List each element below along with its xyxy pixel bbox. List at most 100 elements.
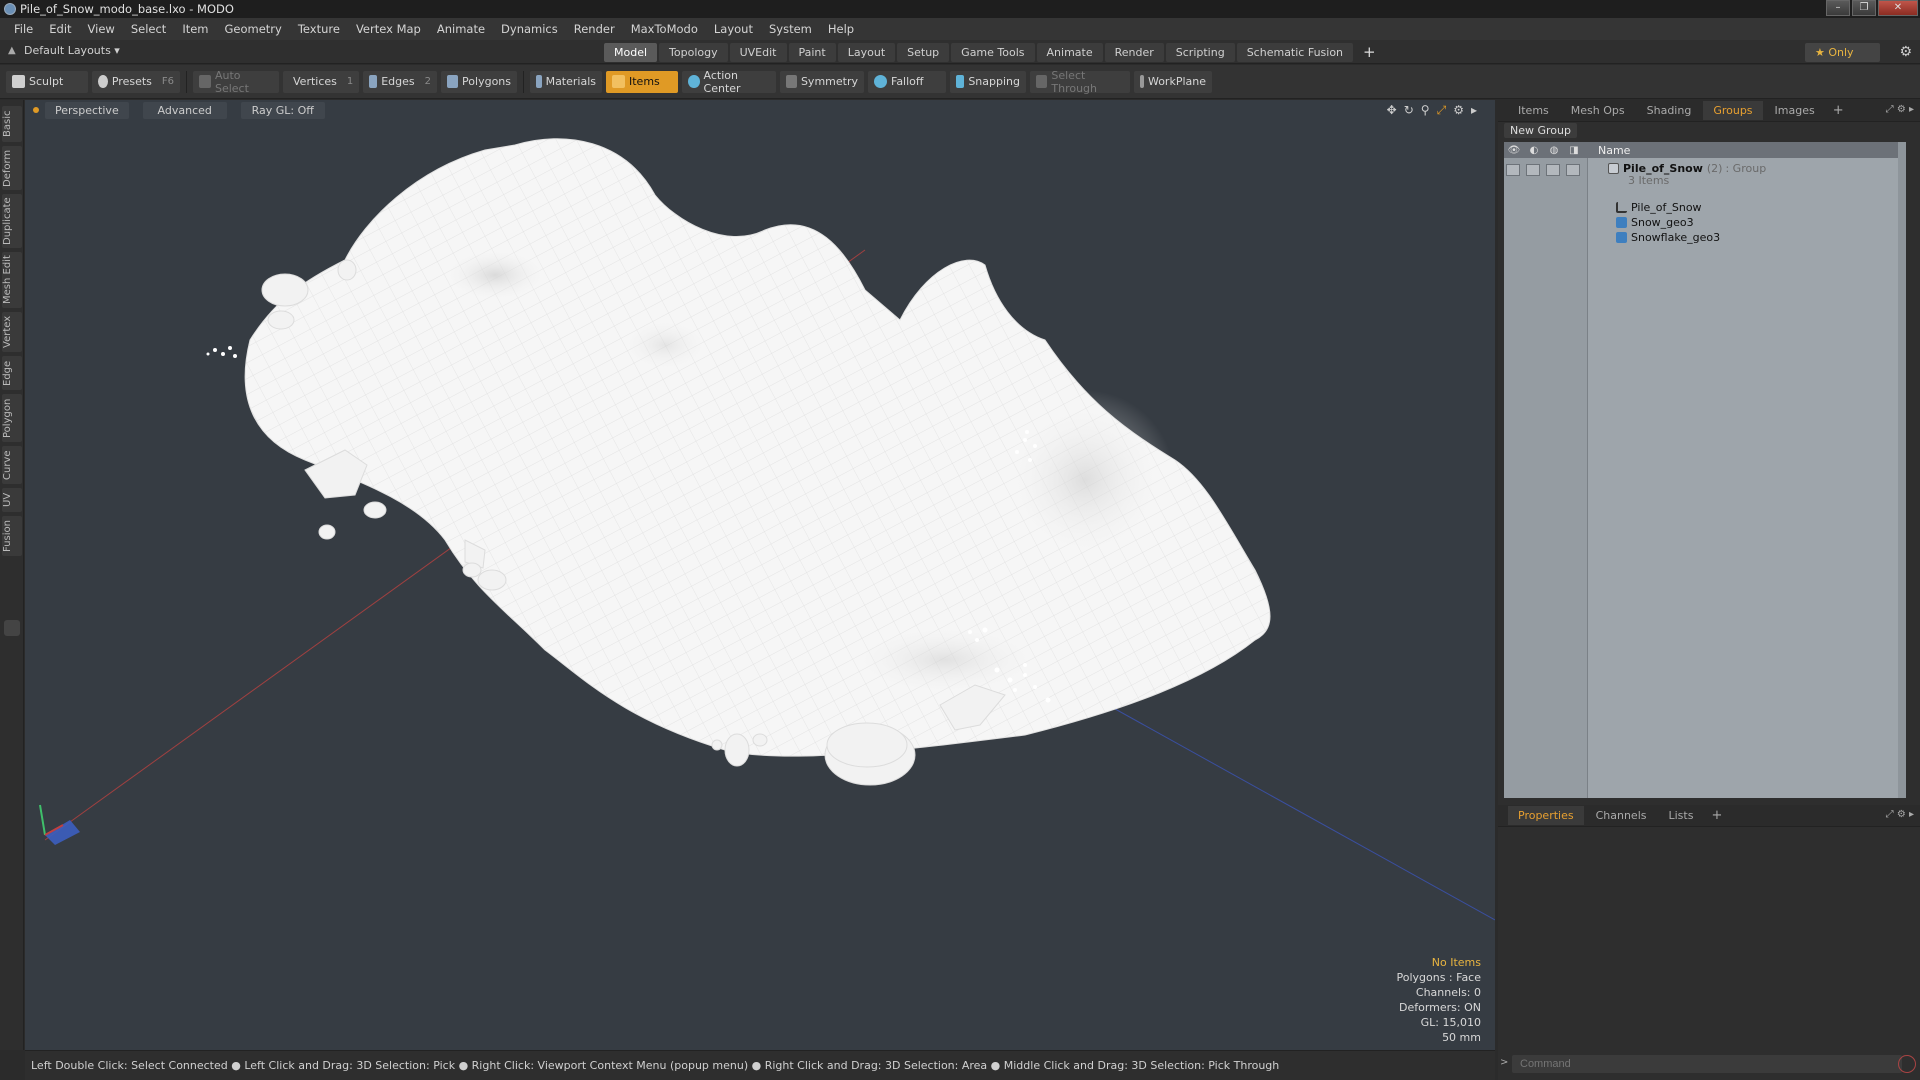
tab-fusion[interactable]: Fusion <box>2 516 22 556</box>
tab-items[interactable]: Items <box>1508 101 1559 120</box>
tab-topology[interactable]: Topology <box>659 43 728 62</box>
tab-basic[interactable]: Basic <box>2 106 22 142</box>
menu-layout[interactable]: Layout <box>706 22 761 36</box>
tab-channels[interactable]: Channels <box>1586 806 1657 825</box>
command-input[interactable] <box>1512 1055 1902 1073</box>
3d-viewport[interactable]: Perspective Advanced Ray GL: Off ✥ ↻ ⚲ ⤢… <box>25 100 1495 1050</box>
symmetry-button[interactable]: Symmetry <box>780 70 864 93</box>
tab-mesh-edit[interactable]: Mesh Edit <box>2 252 22 308</box>
select-column-icon[interactable]: ◨ <box>1564 145 1584 156</box>
tab-shading[interactable]: Shading <box>1637 101 1702 120</box>
tab-mesh-ops[interactable]: Mesh Ops <box>1561 101 1635 120</box>
eye-toggle[interactable] <box>1506 164 1520 176</box>
tab-setup[interactable]: Setup <box>897 43 950 62</box>
add-tab-icon[interactable]: + <box>1355 43 1384 62</box>
viewport-header: Perspective Advanced Ray GL: Off <box>25 100 1495 120</box>
tab-layout[interactable]: Layout <box>837 43 896 62</box>
tab-properties[interactable]: Properties <box>1508 806 1584 825</box>
visibility-column-icon[interactable]: 👁 <box>1504 145 1524 156</box>
materials-button[interactable]: Materials <box>530 70 602 93</box>
snapping-button[interactable]: Snapping <box>950 70 1026 93</box>
command-clear-icon[interactable] <box>1898 1055 1916 1073</box>
menu-animate[interactable]: Animate <box>429 22 493 36</box>
new-group-button[interactable]: New Group <box>1504 123 1577 138</box>
viewport-menu-icon[interactable] <box>33 107 39 113</box>
menu-geometry[interactable]: Geometry <box>217 22 290 36</box>
tab-deform[interactable]: Deform <box>2 146 22 190</box>
pan-icon[interactable]: ✥ <box>1387 103 1397 118</box>
sculpt-button[interactable]: Sculpt <box>6 70 88 93</box>
maximize-button[interactable]: ❐ <box>1852 0 1876 16</box>
tab-animate[interactable]: Animate <box>1036 43 1103 62</box>
edges-button[interactable]: Edges 2 <box>363 70 437 93</box>
polygons-button[interactable]: Polygons <box>441 70 517 93</box>
menu-edit[interactable]: Edit <box>41 22 79 36</box>
viewport-settings-icon[interactable]: ⚙ <box>1453 103 1464 118</box>
tab-render[interactable]: Render <box>1104 43 1164 62</box>
add-panel-tab-icon[interactable]: + <box>1827 103 1850 118</box>
list-item[interactable]: Snow_geo3 <box>1616 214 1694 230</box>
select-toggle[interactable] <box>1566 164 1580 176</box>
tab-vertex[interactable]: Vertex <box>2 312 22 352</box>
tab-paint[interactable]: Paint <box>788 43 836 62</box>
minimize-button[interactable]: – <box>1826 0 1850 16</box>
auto-select-button[interactable]: Auto Select <box>193 69 279 95</box>
close-button[interactable]: ✕ <box>1878 0 1918 16</box>
menu-help[interactable]: Help <box>820 22 862 36</box>
viewport-expand-icon[interactable]: ▸ <box>1471 103 1477 118</box>
tab-groups[interactable]: Groups <box>1703 101 1763 120</box>
raygl-button[interactable]: Ray GL: Off <box>240 101 325 119</box>
menu-file[interactable]: File <box>6 22 41 36</box>
zoom-icon[interactable]: ⚲ <box>1421 103 1430 118</box>
lock-column-icon[interactable]: ◍ <box>1544 145 1564 156</box>
collapse-icon[interactable]: ▲ <box>8 45 18 56</box>
tab-polygon[interactable]: Polygon <box>2 394 22 442</box>
tab-uvedit[interactable]: UVEdit <box>729 43 787 62</box>
tab-scripting[interactable]: Scripting <box>1165 43 1235 62</box>
select-through-button[interactable]: Select Through <box>1030 69 1130 95</box>
action-center-button[interactable]: Action Center <box>682 69 776 95</box>
name-column-header[interactable]: Name <box>1598 144 1630 157</box>
add-panel-tab-icon[interactable]: + <box>1705 808 1728 823</box>
menu-vertex-map[interactable]: Vertex Map <box>348 22 429 36</box>
gear-icon[interactable]: ⚙ <box>1899 44 1912 60</box>
tab-uv[interactable]: UV <box>2 488 22 512</box>
list-item[interactable]: Snowflake_geo3 <box>1616 229 1720 245</box>
view-mode-button[interactable]: Perspective <box>45 101 129 119</box>
falloff-button[interactable]: Falloff <box>868 70 946 93</box>
menu-dynamics[interactable]: Dynamics <box>493 22 566 36</box>
items-button[interactable]: Items <box>606 70 678 93</box>
tab-images[interactable]: Images <box>1765 101 1825 120</box>
render-toggle[interactable] <box>1526 164 1540 176</box>
layout-selector[interactable]: Default Layouts ▾ <box>24 44 120 57</box>
menu-texture[interactable]: Texture <box>290 22 348 36</box>
tab-game-tools[interactable]: Game Tools <box>951 43 1035 62</box>
tab-curve[interactable]: Curve <box>2 446 22 484</box>
render-column-icon[interactable]: ◐ <box>1524 145 1544 156</box>
tab-edge[interactable]: Edge <box>2 356 22 390</box>
panel-options-icon[interactable]: ⤢ ⚙ ▸ <box>1886 809 1914 820</box>
list-item[interactable]: Pile_of_Snow <box>1616 199 1702 215</box>
maximize-viewport-icon[interactable]: ⤢ <box>1437 103 1447 118</box>
groups-scrollbar[interactable] <box>1898 142 1906 798</box>
menu-system[interactable]: System <box>761 22 820 36</box>
command-history-icon[interactable]: > <box>1500 1057 1508 1068</box>
tab-duplicate[interactable]: Duplicate <box>2 194 22 248</box>
menu-maxtomodo[interactable]: MaxToModo <box>623 22 706 36</box>
menu-render[interactable]: Render <box>566 22 623 36</box>
menu-select[interactable]: Select <box>123 22 174 36</box>
panel-toggle-button[interactable] <box>4 620 20 636</box>
menu-view[interactable]: View <box>80 22 123 36</box>
panel-options-icon[interactable]: ⤢ ⚙ ▸ <box>1886 104 1914 115</box>
tab-model[interactable]: Model <box>604 43 658 62</box>
workplane-button[interactable]: WorkPlane <box>1134 70 1212 93</box>
presets-button[interactable]: Presets F6 <box>92 70 180 93</box>
tab-schematic-fusion[interactable]: Schematic Fusion <box>1236 43 1354 62</box>
tab-lists[interactable]: Lists <box>1659 806 1704 825</box>
vertices-button[interactable]: Vertices 1 <box>283 70 359 93</box>
rotate-icon[interactable]: ↻ <box>1404 103 1414 118</box>
lock-toggle[interactable] <box>1546 164 1560 176</box>
menu-item[interactable]: Item <box>174 22 216 36</box>
only-toggle[interactable]: ★ Only <box>1805 43 1880 62</box>
shading-mode-button[interactable]: Advanced <box>142 101 227 119</box>
